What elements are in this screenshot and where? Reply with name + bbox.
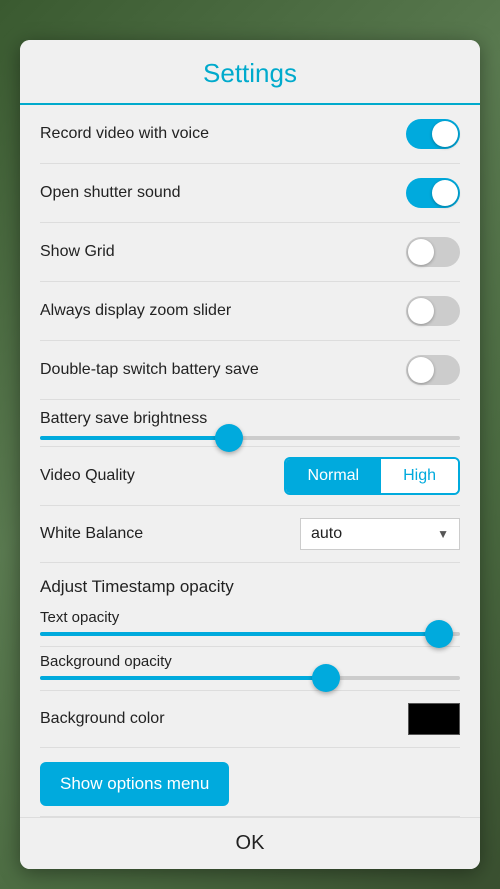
text-opacity-row: Text opacity <box>40 603 460 647</box>
always-display-label: Always display zoom slider <box>40 302 231 320</box>
quality-high-button[interactable]: High <box>381 459 458 493</box>
toggle-knob-4 <box>408 298 434 324</box>
show-grid-toggle[interactable] <box>406 237 460 267</box>
text-opacity-thumb[interactable] <box>425 620 453 648</box>
double-tap-row: Double-tap switch battery save <box>40 341 460 400</box>
ok-row: OK <box>20 817 480 869</box>
open-shutter-row: Open shutter sound <box>40 164 460 223</box>
bg-opacity-label: Background opacity <box>40 653 460 670</box>
text-opacity-fill <box>40 632 439 636</box>
battery-brightness-section: Battery save brightness <box>40 400 460 447</box>
bg-color-swatch[interactable] <box>408 703 460 735</box>
record-video-row: Record video with voice <box>40 105 460 164</box>
video-quality-row: Video Quality Normal High <box>40 447 460 506</box>
battery-brightness-fill <box>40 436 229 440</box>
text-opacity-label: Text opacity <box>40 609 460 626</box>
open-shutter-label: Open shutter sound <box>40 184 181 202</box>
bg-opacity-row: Background opacity <box>40 647 460 691</box>
toggle-knob <box>432 121 458 147</box>
dropdown-arrow-icon: ▼ <box>437 527 449 541</box>
video-quality-buttons: Normal High <box>284 457 460 495</box>
dialog-title: Settings <box>20 40 480 105</box>
battery-brightness-label: Battery save brightness <box>40 410 460 428</box>
quality-normal-button[interactable]: Normal <box>286 459 382 493</box>
always-display-row: Always display zoom slider <box>40 282 460 341</box>
video-quality-label: Video Quality <box>40 467 135 485</box>
dialog-overlay: Settings Record video with voice Open sh… <box>0 0 500 889</box>
text-opacity-track[interactable] <box>40 632 460 636</box>
timestamp-heading: Adjust Timestamp opacity <box>40 563 460 603</box>
toggle-knob-3 <box>408 239 434 265</box>
bg-color-label: Background color <box>40 710 165 728</box>
white-balance-select[interactable]: auto ▼ <box>300 518 460 550</box>
battery-brightness-thumb[interactable] <box>215 424 243 452</box>
white-balance-label: White Balance <box>40 525 143 543</box>
show-options-menu-button[interactable]: Show options menu <box>40 762 229 806</box>
settings-dialog: Settings Record video with voice Open sh… <box>20 40 480 869</box>
settings-content: Record video with voice Open shutter sou… <box>20 105 480 817</box>
bg-opacity-fill <box>40 676 326 680</box>
battery-brightness-track[interactable] <box>40 436 460 440</box>
toggle-knob-5 <box>408 357 434 383</box>
options-btn-row: Show options menu <box>40 748 460 817</box>
white-balance-row: White Balance auto ▼ <box>40 506 460 563</box>
show-grid-label: Show Grid <box>40 243 115 261</box>
ok-button[interactable]: OK <box>236 832 265 855</box>
record-video-toggle[interactable] <box>406 119 460 149</box>
always-display-toggle[interactable] <box>406 296 460 326</box>
bg-opacity-track[interactable] <box>40 676 460 680</box>
bg-opacity-thumb[interactable] <box>312 664 340 692</box>
toggle-knob-2 <box>432 180 458 206</box>
bg-color-row: Background color <box>40 691 460 748</box>
show-grid-row: Show Grid <box>40 223 460 282</box>
double-tap-toggle[interactable] <box>406 355 460 385</box>
white-balance-value: auto <box>311 525 437 543</box>
double-tap-label: Double-tap switch battery save <box>40 361 259 379</box>
open-shutter-toggle[interactable] <box>406 178 460 208</box>
record-video-label: Record video with voice <box>40 125 209 143</box>
